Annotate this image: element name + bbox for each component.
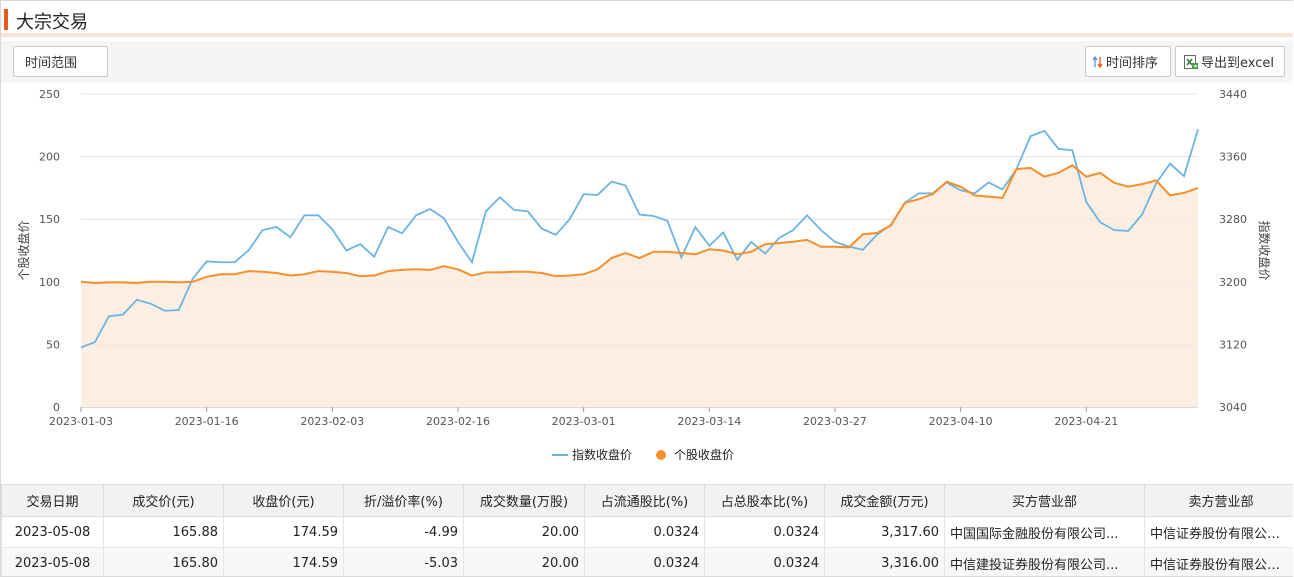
cell-buyer: 中国国际金融股份有限公司...	[945, 517, 1145, 548]
block-trade-table: 交易日期 成交价(元) 收盘价(元) 折/溢价率(%) 成交数量(万股) 占流通…	[1, 484, 1293, 577]
x-tick-label: 2023-03-01	[552, 415, 616, 428]
cell-total-ratio: 0.0324	[705, 548, 825, 577]
table-row[interactable]: 2023-05-08 165.80 174.59 -5.03 20.00 0.0…	[2, 548, 1294, 577]
cell-seller: 中信证券股份有限公司...	[1145, 517, 1294, 548]
y-left-tick-label: 250	[39, 88, 60, 101]
time-range-button[interactable]: 时间范围	[13, 46, 108, 77]
cell-premium-rate: -5.03	[344, 548, 464, 577]
header-buyer[interactable]: 买方营业部	[945, 485, 1145, 517]
cell-buyer: 中信建投证券股份有限公司...	[945, 548, 1145, 577]
header-volume[interactable]: 成交数量(万股)	[464, 485, 585, 517]
cell-float-ratio: 0.0324	[585, 517, 705, 548]
y-right-tick-label: 3120	[1219, 338, 1247, 351]
x-tick-label: 2023-04-21	[1054, 415, 1118, 428]
cell-trade-date: 2023-05-08	[2, 517, 104, 548]
y-left-tick-label: 150	[39, 213, 60, 226]
y-left-tick-label: 100	[39, 276, 60, 289]
table-row[interactable]: 2023-05-08 165.88 174.59 -4.99 20.00 0.0…	[2, 517, 1294, 548]
y-right-tick-label: 3040	[1219, 401, 1247, 414]
export-excel-button[interactable]: 导出到excel	[1175, 46, 1285, 77]
title-bar: 大宗交易	[1, 1, 1293, 37]
table-header-row: 交易日期 成交价(元) 收盘价(元) 折/溢价率(%) 成交数量(万股) 占流通…	[2, 485, 1294, 517]
x-tick-label: 2023-04-10	[929, 415, 993, 428]
header-float-ratio[interactable]: 占流通股比(%)	[585, 485, 705, 517]
y-left-axis-title: 个股收盘价	[16, 220, 31, 280]
cell-trade-date: 2023-05-08	[2, 548, 104, 577]
cell-seller: 中信证券股份有限公司...	[1145, 548, 1294, 577]
cell-amount: 3,316.00	[825, 548, 945, 577]
cell-deal-price: 165.80	[104, 548, 224, 577]
page-title: 大宗交易	[16, 8, 88, 34]
time-range-label: 时间范围	[25, 52, 77, 71]
header-trade-date[interactable]: 交易日期	[2, 485, 104, 517]
time-sort-label: 时间排序	[1106, 52, 1158, 71]
y-left-tick-label: 50	[46, 338, 60, 351]
header-total-ratio[interactable]: 占总股本比(%)	[705, 485, 825, 517]
header-amount[interactable]: 成交金额(万元)	[825, 485, 945, 517]
x-tick-label: 2023-02-16	[426, 415, 490, 428]
price-chart: 0 50 100 150 200 250 3040 3120 3200 3280 3360 3440 2…	[1, 83, 1293, 481]
cell-amount: 3,317.60	[825, 517, 945, 548]
x-tick-label: 2023-03-14	[677, 415, 741, 428]
x-tick-label: 2023-01-03	[49, 415, 113, 428]
y-right-tick-label: 3440	[1219, 88, 1247, 101]
x-tick-label: 2023-03-27	[803, 415, 867, 428]
header-premium-rate[interactable]: 折/溢价率(%)	[344, 485, 464, 517]
header-seller[interactable]: 卖方营业部	[1145, 485, 1294, 517]
y-right-tick-label: 3360	[1219, 151, 1247, 164]
cell-volume: 20.00	[464, 548, 585, 577]
legend-index-label: 指数收盘价	[572, 447, 632, 462]
sort-arrows-icon	[1092, 55, 1104, 69]
block-trade-table-wrap: 交易日期 成交价(元) 收盘价(元) 折/溢价率(%) 成交数量(万股) 占流通…	[1, 484, 1293, 577]
x-tick-label: 2023-01-16	[175, 415, 239, 428]
toolbar: 时间范围 时间排序 导出到excel	[1, 41, 1293, 83]
y-left-tick-label: 0	[53, 401, 60, 414]
y-right-axis-title: 指数收盘价	[1257, 220, 1272, 280]
excel-icon	[1183, 54, 1199, 70]
title-accent-bar	[4, 9, 8, 30]
cell-total-ratio: 0.0324	[705, 517, 825, 548]
stock-price-area	[81, 165, 1198, 407]
cell-close-price: 174.59	[224, 548, 344, 577]
export-excel-label: 导出到excel	[1201, 52, 1274, 71]
cell-close-price: 174.59	[224, 517, 344, 548]
block-trade-panel: 大宗交易 时间范围 时间排序 导出到excel 0 50 100 150 200 250 3…	[0, 0, 1293, 577]
cell-float-ratio: 0.0324	[585, 548, 705, 577]
cell-premium-rate: -4.99	[344, 517, 464, 548]
y-right-tick-label: 3200	[1219, 276, 1247, 289]
cell-volume: 20.00	[464, 517, 585, 548]
x-tick-label: 2023-02-03	[300, 415, 364, 428]
time-sort-button[interactable]: 时间排序	[1085, 46, 1171, 77]
y-right-tick-label: 3280	[1219, 213, 1247, 226]
legend-stock-label: 个股收盘价	[674, 447, 734, 462]
header-deal-price[interactable]: 成交价(元)	[104, 485, 224, 517]
header-close-price[interactable]: 收盘价(元)	[224, 485, 344, 517]
cell-deal-price: 165.88	[104, 517, 224, 548]
price-chart-svg: 0 50 100 150 200 250 3040 3120 3200 3280 3360 3440 2…	[1, 83, 1293, 481]
legend-stock-swatch	[656, 450, 666, 460]
y-left-tick-label: 200	[39, 151, 60, 164]
